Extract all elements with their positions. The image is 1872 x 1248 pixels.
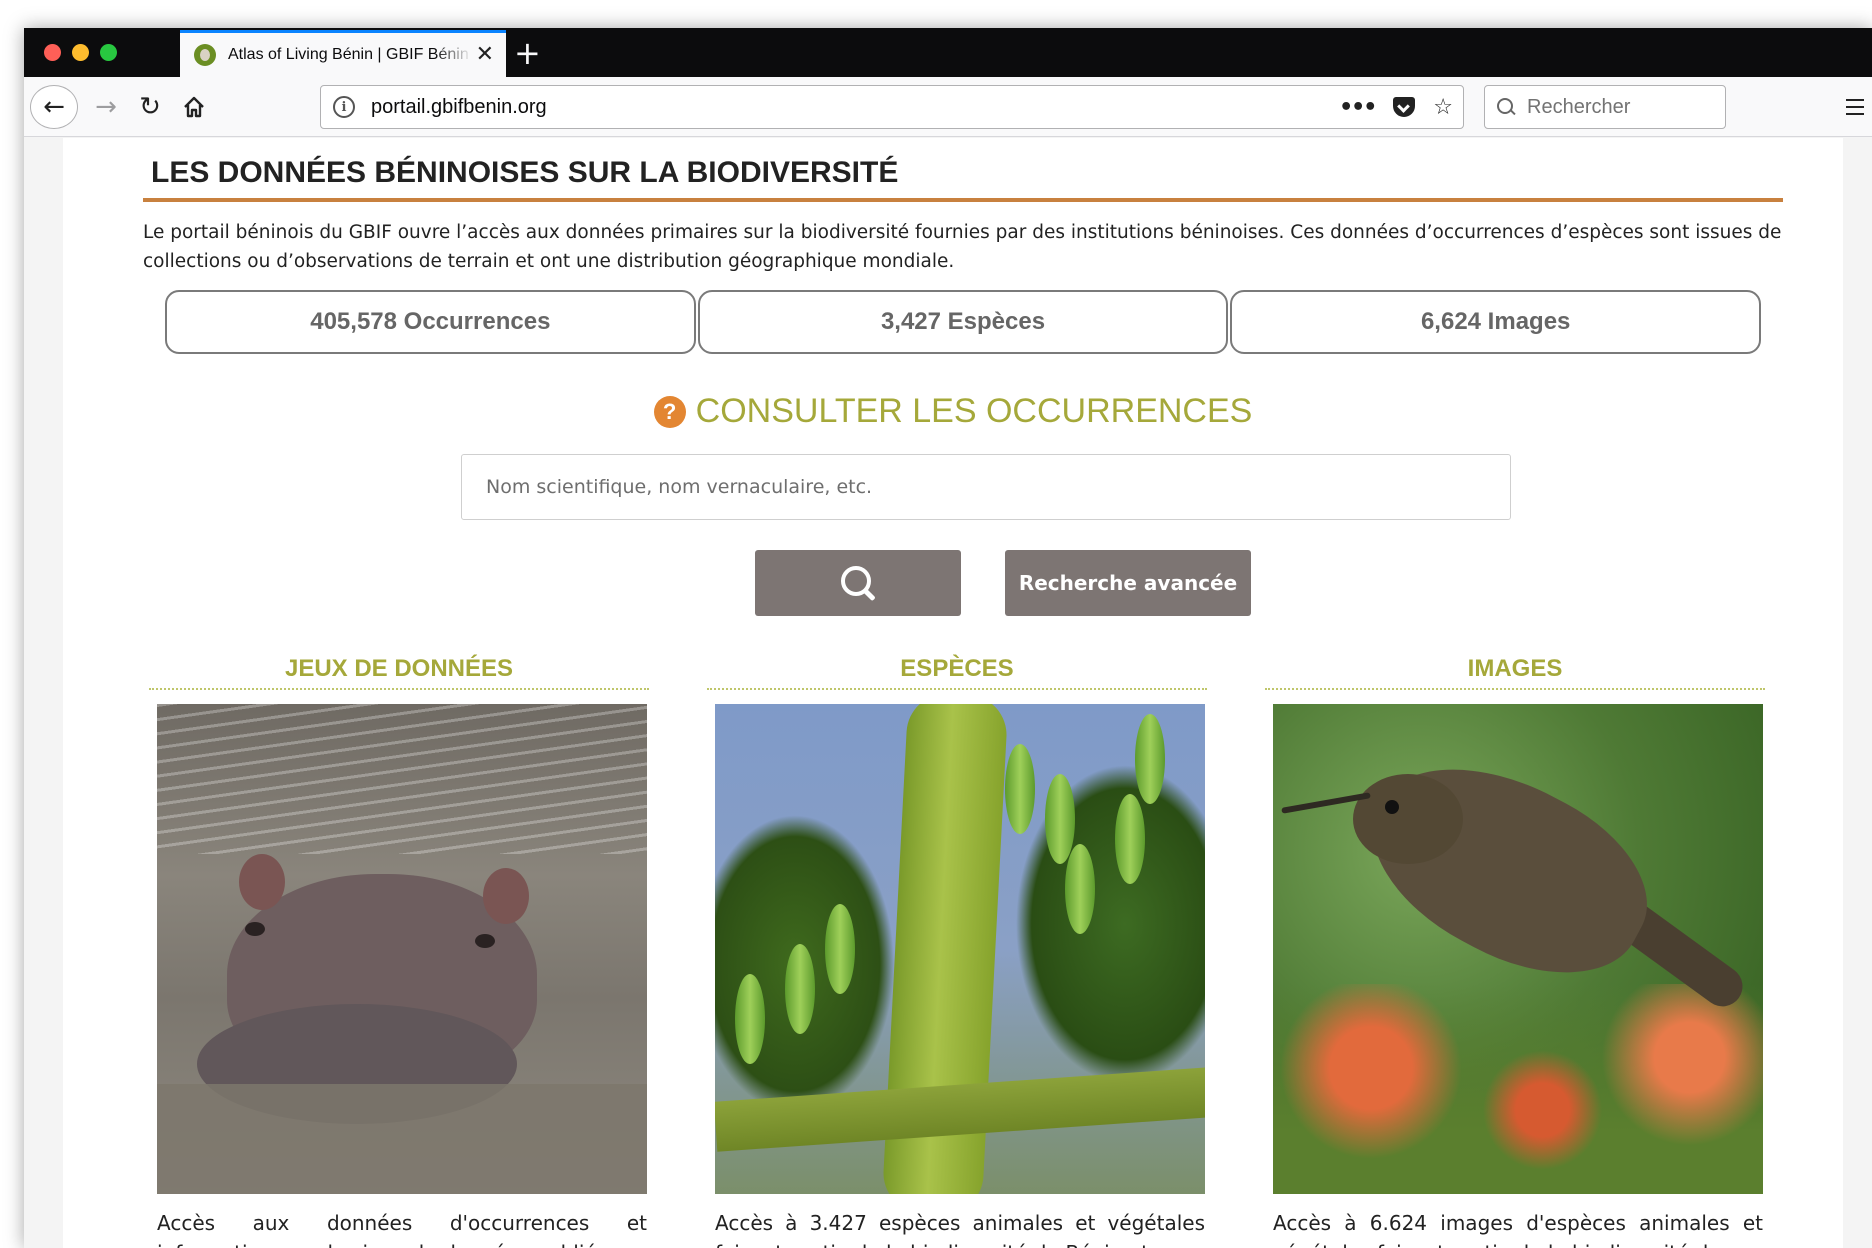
title-divider bbox=[143, 198, 1783, 202]
help-icon[interactable]: ? bbox=[653, 395, 686, 428]
page-content: LES DONNÉES BÉNINOISES SUR LA BIODIVERSI… bbox=[63, 138, 1843, 1248]
species-title[interactable]: ESPÈCES bbox=[707, 652, 1207, 686]
new-tab-button[interactable]: + bbox=[514, 32, 541, 74]
occurrence-search-input[interactable] bbox=[461, 454, 1511, 520]
page-actions: ••• ☆ bbox=[1339, 86, 1453, 128]
occurrences-count-button[interactable]: 405,578 Occurrences bbox=[165, 290, 696, 354]
active-tab[interactable]: Atlas of Living Bénin | GBIF Bénin ✕ bbox=[180, 30, 506, 77]
images-column: IMAGES Accès à 6.624 images d'espèces an… bbox=[1265, 652, 1765, 1248]
close-tab-icon[interactable]: ✕ bbox=[476, 44, 494, 66]
column-divider bbox=[1265, 688, 1765, 690]
bookmark-star-icon[interactable]: ☆ bbox=[1433, 95, 1453, 120]
search-icon bbox=[841, 566, 875, 600]
browser-window: Atlas of Living Bénin | GBIF Bénin ✕ + ←… bbox=[24, 28, 1872, 1248]
navigation-toolbar: ← → ↻ i portail.gbifbenin.org ••• ☆ bbox=[24, 77, 1872, 137]
browser-search-box[interactable] bbox=[1484, 85, 1726, 129]
datasets-column: JEUX DE DONNÉES Accès aux données d'occu… bbox=[149, 652, 649, 1248]
search-button[interactable] bbox=[755, 550, 961, 616]
images-description: Accès à 6.624 images d'espèces animales … bbox=[1273, 1211, 1763, 1248]
page-actions-menu-icon[interactable]: ••• bbox=[1339, 95, 1377, 120]
images-count-button[interactable]: 6,624 Images bbox=[1230, 290, 1762, 354]
datasets-description: Accès aux données d'occurrences et infor… bbox=[157, 1211, 647, 1248]
images-title[interactable]: IMAGES bbox=[1265, 652, 1765, 686]
consult-title: CONSULTER LES OCCURRENCES bbox=[695, 392, 1253, 430]
tab-strip: Atlas of Living Bénin | GBIF Bénin ✕ + bbox=[24, 28, 1872, 77]
browser-search-input[interactable] bbox=[1527, 95, 1717, 119]
address-bar[interactable]: i portail.gbifbenin.org ••• ☆ bbox=[320, 85, 1464, 129]
site-info-icon[interactable]: i bbox=[333, 96, 355, 118]
home-icon bbox=[184, 96, 204, 118]
advanced-search-button[interactable]: Recherche avancée bbox=[1005, 550, 1251, 616]
column-divider bbox=[707, 688, 1207, 690]
hippopotamus-image[interactable] bbox=[157, 704, 647, 1194]
close-window-button[interactable] bbox=[44, 44, 61, 61]
datasets-title[interactable]: JEUX DE DONNÉES bbox=[149, 652, 649, 686]
species-description: Accès à 3.427 espèces animales et végéta… bbox=[715, 1211, 1205, 1248]
stats-bar: 405,578 Occurrences 3,427 Espèces 6,624 … bbox=[165, 290, 1762, 354]
column-divider bbox=[149, 688, 649, 690]
consult-heading: ? CONSULTER LES OCCURRENCES bbox=[63, 392, 1843, 431]
site-favicon-icon bbox=[194, 44, 216, 66]
home-button[interactable] bbox=[174, 85, 214, 129]
reload-button[interactable]: ↻ bbox=[130, 85, 170, 129]
zoom-window-button[interactable] bbox=[100, 44, 117, 61]
page-title: LES DONNÉES BÉNINOISES SUR LA BIODIVERSI… bbox=[151, 156, 899, 189]
search-icon bbox=[1497, 98, 1515, 116]
back-button[interactable]: ← bbox=[30, 85, 78, 129]
species-count-button[interactable]: 3,427 Espèces bbox=[697, 290, 1229, 354]
tree-image[interactable] bbox=[715, 704, 1205, 1194]
page-viewport: LES DONNÉES BÉNINOISES SUR LA BIODIVERSI… bbox=[24, 138, 1872, 1248]
pocket-icon[interactable] bbox=[1393, 97, 1416, 117]
url-text[interactable]: portail.gbifbenin.org bbox=[371, 96, 547, 119]
hamburger-menu-icon[interactable] bbox=[1846, 89, 1872, 125]
bird-image[interactable] bbox=[1273, 704, 1763, 1194]
species-column: ESPÈCES Accès à 3.427 espèces animales e… bbox=[707, 652, 1207, 1248]
forward-button[interactable]: → bbox=[86, 85, 126, 129]
intro-paragraph: Le portail béninois du GBIF ouvre l’accè… bbox=[143, 222, 1782, 272]
minimize-window-button[interactable] bbox=[72, 44, 89, 61]
tab-title: Atlas of Living Bénin | GBIF Bénin bbox=[228, 46, 469, 63]
